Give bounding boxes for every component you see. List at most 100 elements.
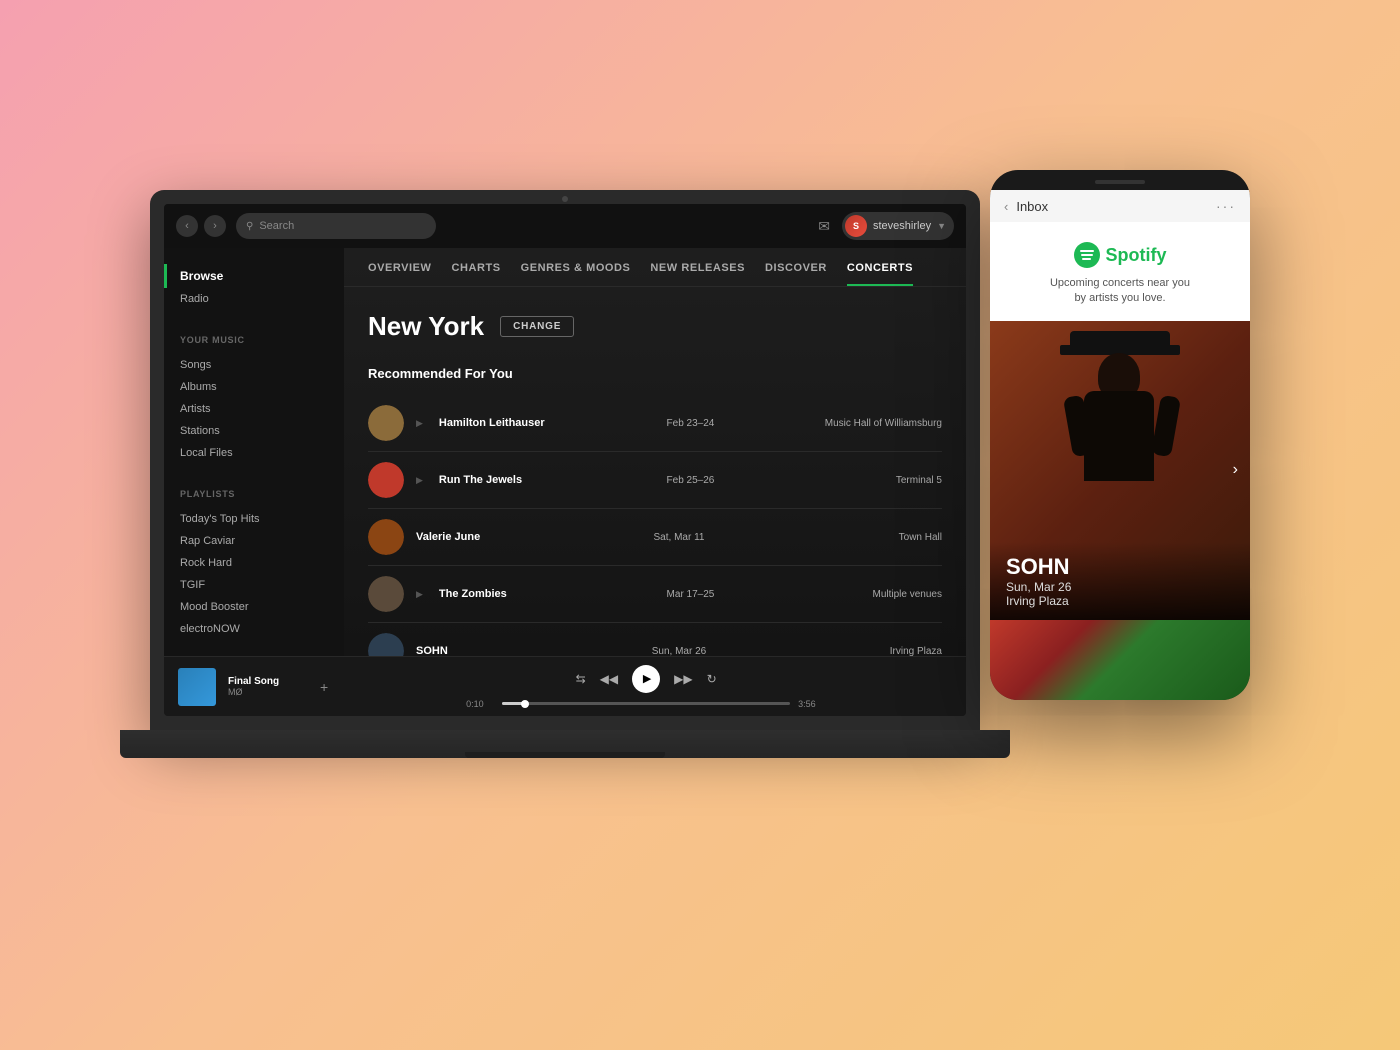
track-artist: MØ [228, 687, 308, 697]
next-button[interactable]: ▶▶ [674, 672, 692, 686]
table-row[interactable]: ▶ The Zombies Mar 17–25 Multiple venues [368, 566, 942, 623]
artist-name-1: Run The Jewels [439, 474, 613, 486]
sidebar-item-stations[interactable]: Stations [164, 420, 344, 442]
laptop-screen: ‹ › ⚲ Search ✉ S steveshirley ▼ [164, 204, 966, 716]
phone-spotify-card: Spotify Upcoming concerts near youby art… [990, 222, 1250, 321]
artist-avatar-2 [368, 519, 404, 555]
back-button[interactable]: ‹ [176, 215, 198, 237]
phone-inbox-label: Inbox [1016, 199, 1208, 214]
artist-avatar-0 [368, 405, 404, 441]
phone-next-icon[interactable]: › [1233, 461, 1238, 479]
sidebar-item-artists[interactable]: Artists [164, 398, 344, 420]
app-body: Browse Radio YOUR MUSIC Songs [164, 248, 966, 656]
forward-button[interactable]: › [204, 215, 226, 237]
inbox-icon[interactable]: ✉ [818, 218, 830, 235]
artist-name-4: SOHN [416, 645, 599, 656]
artist-avatar-1 [368, 462, 404, 498]
header-right: ✉ S steveshirley ▼ [818, 212, 954, 240]
table-row[interactable]: ▶ Run The Jewels Feb 25–26 Terminal 5 [368, 452, 942, 509]
artist-name-2: Valerie June [416, 531, 599, 543]
total-time: 3:56 [798, 699, 826, 709]
scene: ‹ › ⚲ Search ✉ S steveshirley ▼ [150, 150, 1250, 900]
tab-discover[interactable]: DISCOVER [765, 262, 827, 286]
table-row[interactable]: Valerie June Sat, Mar 11 Town Hall [368, 509, 942, 566]
tab-genres[interactable]: GENRES & MOODS [521, 262, 631, 286]
expand-icon-1: ▶ [416, 475, 423, 486]
spotify-logo-circle [1074, 242, 1100, 268]
search-placeholder: Search [259, 220, 294, 232]
sidebar-item-albums[interactable]: Albums [164, 376, 344, 398]
laptop-camera [562, 196, 568, 202]
phone-back-icon[interactable]: ‹ [1004, 199, 1008, 214]
user-badge[interactable]: S steveshirley ▼ [842, 212, 954, 240]
sidebar-item-playlist-1[interactable]: Rap Caviar [164, 530, 344, 552]
artist-silhouette [1060, 331, 1180, 511]
player-bar: Final Song MØ + ⇆ ◀◀ ▶ ▶▶ ↻ [164, 656, 966, 716]
sidebar-item-playlist-0[interactable]: Today's Top Hits [164, 508, 344, 530]
change-city-button[interactable]: CHANGE [500, 316, 574, 337]
tab-new-releases[interactable]: NEW RELEASES [650, 262, 745, 286]
play-button[interactable]: ▶ [632, 665, 660, 693]
tab-charts[interactable]: CHARTS [452, 262, 501, 286]
laptop-base [120, 730, 1010, 758]
spotify-waves-icon [1080, 250, 1094, 260]
recommended-section-title: Recommended For You [368, 366, 942, 381]
phone-bottom-card[interactable] [990, 620, 1250, 700]
playlists-label: PLAYLISTS [164, 484, 344, 504]
chevron-down-icon: ▼ [937, 221, 946, 231]
sidebar-item-songs[interactable]: Songs [164, 354, 344, 376]
sidebar-item-browse[interactable]: Browse [164, 264, 344, 288]
repeat-button[interactable]: ↻ [707, 672, 717, 686]
search-icon: ⚲ [246, 221, 253, 232]
phone-more-icon[interactable]: ··· [1216, 198, 1236, 214]
player-controls: ⇆ ◀◀ ▶ ▶▶ ↻ 0:10 [340, 665, 952, 709]
tab-concerts[interactable]: CONCERTS [847, 262, 913, 286]
concert-date-2: Sat, Mar 11 [611, 532, 748, 543]
artist-avatar-3 [368, 576, 404, 612]
track-name: Final Song [228, 676, 308, 687]
table-row[interactable]: SOHN Sun, Mar 26 Irving Plaza [368, 623, 942, 656]
concerts-content: New York CHANGE Recommended For You [344, 287, 966, 656]
body-shape [1084, 391, 1154, 481]
sidebar-item-playlist-3[interactable]: TGIF [164, 574, 344, 596]
sidebar-item-radio[interactable]: Radio [164, 288, 344, 310]
spotify-logo: Spotify [1074, 242, 1167, 268]
phone-concert-date: Sun, Mar 26 [1006, 580, 1234, 594]
laptop-body: ‹ › ⚲ Search ✉ S steveshirley ▼ [150, 190, 980, 730]
sidebar-your-music: YOUR MUSIC Songs Albums Artists [164, 330, 344, 464]
artist-avatar-4 [368, 633, 404, 656]
search-bar[interactable]: ⚲ Search [236, 213, 436, 239]
main-content: OVERVIEW CHARTS GENRES & MOODS NEW RELEA… [344, 248, 966, 656]
previous-button[interactable]: ◀◀ [600, 672, 618, 686]
player-progress[interactable]: 0:10 3:56 [466, 699, 826, 709]
progress-bar[interactable] [502, 702, 790, 705]
concert-venue-0: Music Hall of Williamsburg [768, 418, 942, 429]
sidebar-item-playlist-4[interactable]: Mood Booster [164, 596, 344, 618]
sidebar-item-playlist-5[interactable]: electroNOW [164, 618, 344, 640]
sidebar: Browse Radio YOUR MUSIC Songs [164, 248, 344, 656]
your-music-label: YOUR MUSIC [164, 330, 344, 350]
table-row[interactable]: ▶ Hamilton Leithauser Feb 23–24 Music Ha… [368, 395, 942, 452]
phone-concert-venue: Irving Plaza [1006, 594, 1234, 608]
nav-arrows: ‹ › [176, 215, 226, 237]
laptop: ‹ › ⚲ Search ✉ S steveshirley ▼ [150, 190, 980, 870]
nav-tabs: OVERVIEW CHARTS GENRES & MOODS NEW RELEA… [344, 248, 966, 287]
radio-label: Radio [180, 293, 209, 305]
shuffle-button[interactable]: ⇆ [576, 672, 586, 686]
concert-date-4: Sun, Mar 26 [611, 646, 748, 657]
add-to-playlist-icon[interactable]: + [320, 679, 328, 695]
phone-artist-name: SOHN [1006, 554, 1234, 580]
right-arm-shape [1151, 395, 1181, 458]
sidebar-item-playlist-2[interactable]: Rock Hard [164, 552, 344, 574]
sidebar-item-local-files[interactable]: Local Files [164, 442, 344, 464]
user-name: steveshirley [873, 220, 931, 232]
sidebar-browse-section: Browse Radio [164, 264, 344, 310]
artist-name-0: Hamilton Leithauser [439, 417, 613, 429]
phone-concert-card[interactable]: SOHN Sun, Mar 26 Irving Plaza › [990, 321, 1250, 620]
spotify-name: Spotify [1106, 245, 1167, 266]
player-buttons: ⇆ ◀◀ ▶ ▶▶ ↻ [576, 665, 717, 693]
city-name: New York [368, 311, 484, 342]
browse-label: Browse [180, 269, 223, 283]
tab-overview[interactable]: OVERVIEW [368, 262, 432, 286]
phone-screen: ‹ Inbox ··· Spotify Upcoming conc [990, 190, 1250, 700]
